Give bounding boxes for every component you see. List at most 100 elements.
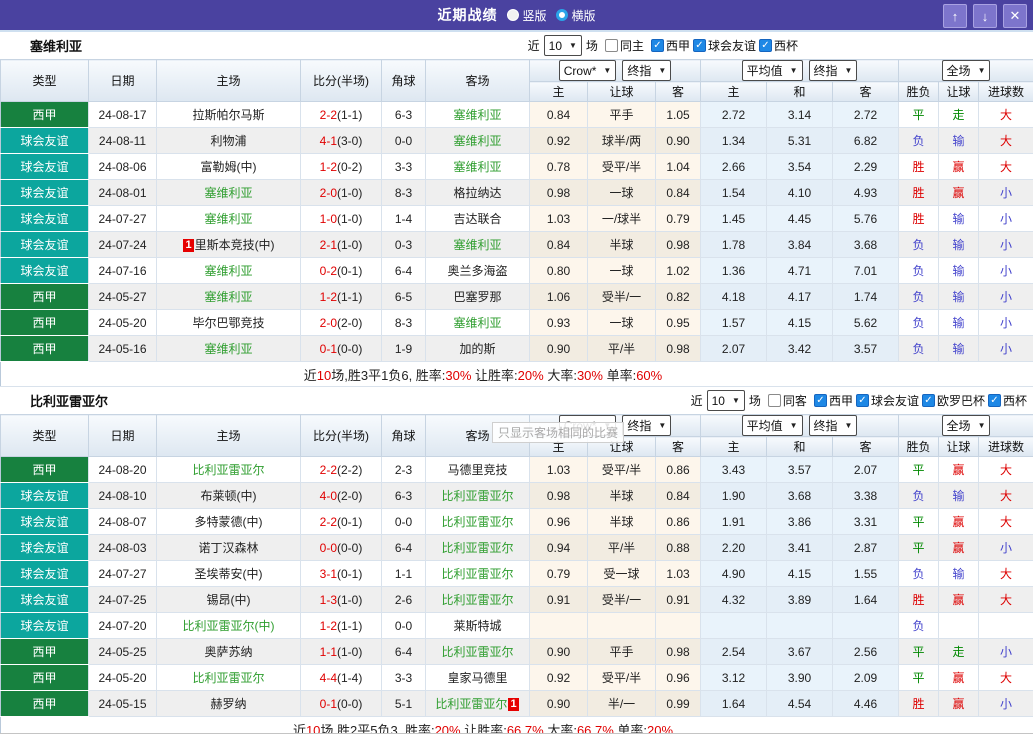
match-count-select[interactable]: 10▼ — [707, 390, 745, 411]
checkbox-checked-icon[interactable]: ✓ — [856, 394, 869, 407]
odds-home-cell: 0.78 — [530, 154, 588, 180]
team-label: 塞维利亚 — [453, 108, 501, 122]
checkbox-checked-icon[interactable]: ✓ — [651, 39, 664, 52]
handicap-result-cell: 输 — [939, 561, 979, 587]
avg-draw-cell: 3.14 — [767, 102, 833, 128]
europe-odds-group-header: 平均值▼ 终指▼ — [701, 60, 899, 82]
summary-segment: 让胜率: — [461, 723, 507, 734]
home-team-cell: 诺丁汉森林 — [157, 535, 301, 561]
odds-home-cell: 0.79 — [530, 561, 588, 587]
move-up-button[interactable]: ↑ — [943, 4, 967, 28]
move-down-button[interactable]: ↓ — [973, 4, 997, 28]
scope-select[interactable]: 全场▼ — [942, 415, 991, 436]
half-time-score: (0-0) — [337, 697, 362, 711]
odds-home-cell: 0.92 — [530, 665, 588, 691]
table-row: 西甲24-08-20比利亚雷亚尔2-2(2-2)2-3马德里竞技1.03受平/半… — [1, 457, 1033, 483]
col-type: 类型 — [1, 415, 89, 457]
checkbox-unchecked-icon[interactable] — [768, 394, 781, 407]
odds-home-cell: 0.93 — [530, 310, 588, 336]
date-cell: 24-07-16 — [89, 258, 157, 284]
league-checkbox[interactable]: ✓西杯 — [988, 392, 1027, 409]
avg-home-cell: 1.64 — [701, 691, 767, 717]
full-time-score: 2-0 — [320, 316, 337, 330]
match-type-cell: 西甲 — [1, 457, 89, 483]
europe-time-select[interactable]: 终指▼ — [809, 415, 858, 436]
col-corner: 角球 — [382, 415, 426, 457]
score-cell: 4-4(1-4) — [301, 665, 382, 691]
avg-draw-cell: 3.68 — [767, 483, 833, 509]
team-name: 比利亚雷亚尔 — [30, 391, 108, 410]
col-date: 日期 — [89, 60, 157, 102]
odds-time-select[interactable]: 终指▼ — [622, 60, 671, 81]
europe-type-select[interactable]: 平均值▼ — [742, 415, 803, 436]
avg-draw-cell: 3.41 — [767, 535, 833, 561]
half-time-score: (0-1) — [337, 264, 362, 278]
avg-home-cell: 4.32 — [701, 587, 767, 613]
league-checkbox[interactable]: ✓西甲 — [814, 392, 853, 409]
away-team-cell: 马德里竞技 — [426, 457, 530, 483]
match-count-select[interactable]: 10▼ — [544, 35, 582, 56]
checkbox-checked-icon[interactable]: ✓ — [693, 39, 706, 52]
checkbox-checked-icon[interactable]: ✓ — [759, 39, 772, 52]
radio-horizontal-layout[interactable]: 横版 — [556, 7, 596, 24]
scope-select[interactable]: 全场▼ — [942, 60, 991, 81]
europe-time-select[interactable]: 终指▼ — [809, 60, 858, 81]
away-team-cell: 比利亚雷亚尔 — [426, 509, 530, 535]
result-cell: 胜 — [899, 691, 939, 717]
odds-home-cell: 0.92 — [530, 128, 588, 154]
corner-cell: 6-3 — [382, 102, 426, 128]
home-team-cell: 塞维利亚 — [157, 336, 301, 362]
half-time-score: (1-0) — [337, 593, 362, 607]
odds-away-cell — [656, 613, 701, 639]
league-checkbox[interactable]: ✓欧罗巴杯 — [922, 392, 985, 409]
team-label: 吉达联合 — [453, 212, 501, 226]
date-cell: 24-07-25 — [89, 587, 157, 613]
odds-home-cell: 0.80 — [530, 258, 588, 284]
same-venue-checkbox[interactable]: 同客 — [768, 392, 807, 409]
avg-draw-cell: 3.57 — [767, 457, 833, 483]
summary-row: 近10场,胜2平5负3, 胜率:20% 让胜率:66.7% 大率:66.7% 单… — [1, 717, 1033, 734]
odds-away-cell: 0.84 — [656, 180, 701, 206]
checkbox-unchecked-icon[interactable] — [605, 39, 618, 52]
table-row: 西甲24-05-16塞维利亚0-1(0-0)1-9加的斯0.90平/半0.982… — [1, 336, 1033, 362]
checkbox-checked-icon[interactable]: ✓ — [988, 394, 1001, 407]
avg-away-cell: 6.82 — [833, 128, 899, 154]
match-type-cell: 西甲 — [1, 102, 89, 128]
goals-cell: 大 — [979, 128, 1033, 154]
result-cell: 胜 — [899, 180, 939, 206]
handicap-cell: 半球 — [588, 483, 656, 509]
half-time-score: (1-0) — [337, 186, 362, 200]
handicap-cell: 半/一 — [588, 691, 656, 717]
home-team-cell: 比利亚雷亚尔 — [157, 457, 301, 483]
away-team-cell: 塞维利亚 — [426, 154, 530, 180]
home-team-cell: 塞维利亚 — [157, 258, 301, 284]
date-cell: 24-08-03 — [89, 535, 157, 561]
radio-selected-icon[interactable] — [506, 9, 518, 21]
half-time-score: (0-0) — [337, 541, 362, 555]
checkbox-checked-icon[interactable]: ✓ — [814, 394, 827, 407]
close-button[interactable]: ✕ — [1003, 4, 1027, 28]
europe-type-select[interactable]: 平均值▼ — [742, 60, 803, 81]
odds-home-cell: 0.90 — [530, 336, 588, 362]
radio-vertical-layout[interactable]: 竖版 — [506, 7, 546, 24]
radio-unselected-icon[interactable] — [556, 9, 568, 21]
same-venue-checkbox[interactable]: 同主 — [605, 37, 644, 54]
avg-home-cell: 1.78 — [701, 232, 767, 258]
league-checkbox[interactable]: ✓球会友谊 — [693, 37, 756, 54]
col-avg-draw: 和 — [767, 82, 833, 102]
result-cell: 平 — [899, 102, 939, 128]
half-time-score: (0-0) — [337, 342, 362, 356]
result-cell: 平 — [899, 509, 939, 535]
home-team-cell: 锡昂(中) — [157, 587, 301, 613]
league-checkbox[interactable]: ✓球会友谊 — [856, 392, 919, 409]
odds-source-select[interactable]: Crow*▼ — [559, 60, 617, 81]
goals-cell: 大 — [979, 665, 1033, 691]
away-team-cell: 比利亚雷亚尔 — [426, 535, 530, 561]
team-label: 塞维利亚 — [204, 186, 252, 200]
checkbox-checked-icon[interactable]: ✓ — [922, 394, 935, 407]
league-checkbox[interactable]: ✓西甲 — [651, 37, 690, 54]
away-team-cell: 比利亚雷亚尔 — [426, 483, 530, 509]
league-checkbox[interactable]: ✓西杯 — [759, 37, 798, 54]
odds-time-select[interactable]: 终指▼ — [622, 415, 671, 436]
col-odds-away: 客 — [656, 82, 701, 102]
